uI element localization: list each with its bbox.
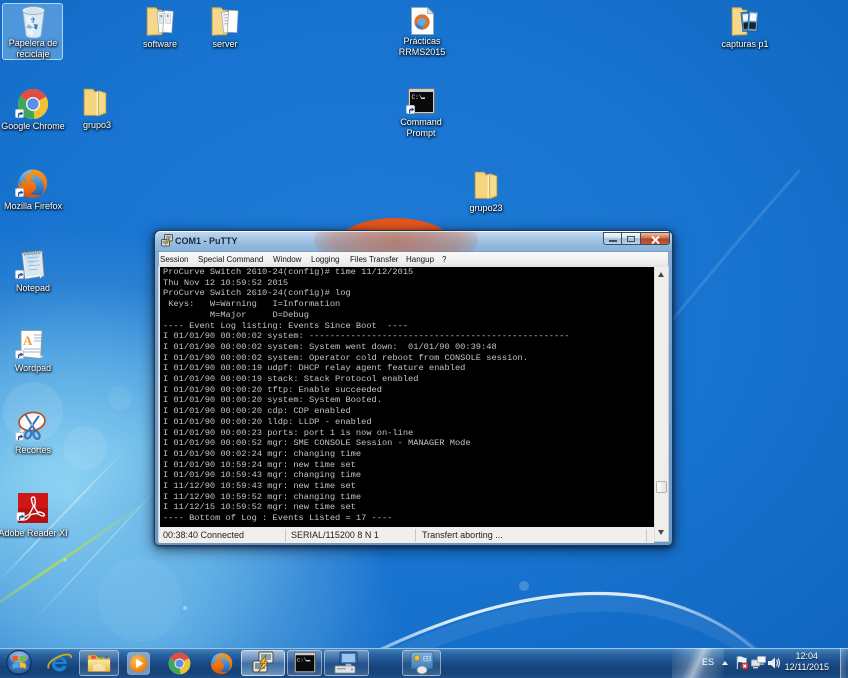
svg-text:C:\: C:\ (297, 657, 308, 664)
svg-text:A: A (23, 333, 33, 348)
